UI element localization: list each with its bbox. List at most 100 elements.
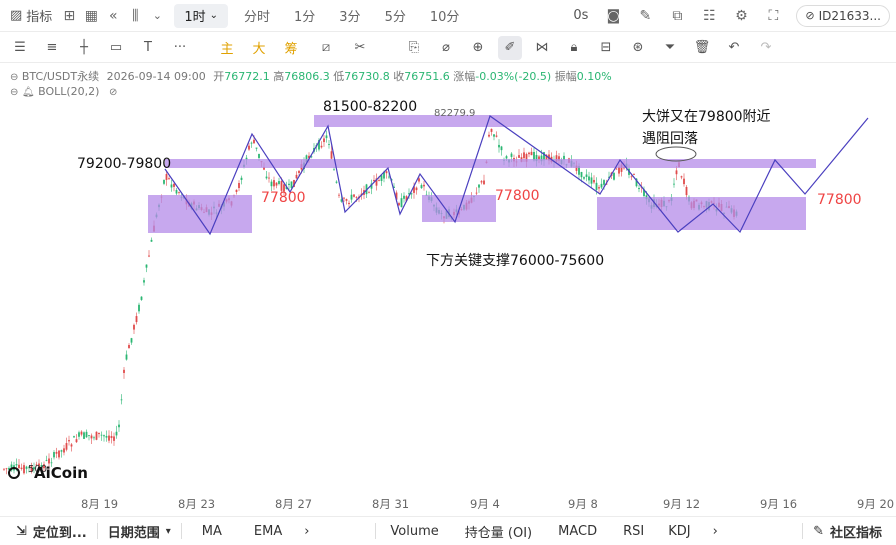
tab-oi[interactable]: 持仓量 (OI) <box>453 517 544 545</box>
chevron-right-icon[interactable]: › <box>703 517 728 545</box>
scissors-icon[interactable]: ✂ <box>348 36 372 60</box>
zoom-in-icon[interactable]: ⊕ <box>466 36 490 60</box>
tab-3m[interactable]: 3分 <box>329 4 370 28</box>
candle-body <box>150 239 153 242</box>
chart-line-icon: ▨ <box>10 8 23 23</box>
amplitude-value: 0.10% <box>576 70 612 83</box>
chip-tool[interactable]: 筹 <box>278 38 304 57</box>
collapse-icon[interactable]: ⊖ <box>10 87 18 98</box>
fullscreen-icon[interactable]: ⛶ <box>762 5 784 27</box>
support-label: 下方关键支撑76000-75600 <box>426 253 604 269</box>
candle-type-icon[interactable]: ⫼ <box>124 5 146 27</box>
candle-body <box>128 345 130 349</box>
mirror-icon[interactable]: ⧄ <box>314 36 338 60</box>
trash-icon[interactable]: 🗑︎ <box>690 36 714 60</box>
rectangle-icon[interactable]: ▭ <box>104 36 128 60</box>
magnet-icon[interactable]: ⋈ <box>530 36 554 60</box>
redo-icon[interactable]: ↷ <box>754 36 778 60</box>
account-button[interactable]: ⊘ ID21633... <box>796 4 890 27</box>
gear-icon[interactable]: ⚙ <box>730 5 752 27</box>
boll-legend: ⊖ 🔔︎ BOLL(20,2) ⊘ <box>10 85 117 98</box>
candle-body <box>75 439 78 443</box>
draw-pen-icon[interactable]: ✐ <box>498 35 522 60</box>
pen-icon[interactable]: ✎ <box>634 5 656 27</box>
candle-body <box>335 181 338 183</box>
tab-10m[interactable]: 10分 <box>420 4 470 28</box>
candle-body <box>140 296 143 300</box>
candle-body <box>163 179 165 184</box>
candle-body <box>130 338 133 343</box>
candle-body <box>355 197 358 198</box>
chevron-down-icon: ⌄ <box>209 10 218 21</box>
eye-off-icon[interactable]: ⊘ <box>109 87 117 98</box>
template-icon[interactable]: ⊞ <box>58 5 80 27</box>
account-id: ID21633... <box>818 8 881 23</box>
tab-1m[interactable]: 1分 <box>284 4 325 28</box>
candle-body <box>238 183 240 189</box>
candle-body <box>523 152 525 159</box>
text-icon[interactable]: T <box>136 36 160 60</box>
change-value: -0.03%(-20.5) <box>475 70 552 83</box>
candle-body <box>673 183 675 185</box>
camera-icon[interactable]: ◙ <box>602 5 624 27</box>
candle-body <box>488 134 490 137</box>
add-window-icon[interactable]: ⧉ <box>666 5 688 27</box>
symbol-label: BTC/USDT永续 <box>21 70 100 83</box>
main-force-tool[interactable]: 主 <box>214 38 240 57</box>
tab-ma[interactable]: MA <box>182 517 242 545</box>
more-icon[interactable]: ··· <box>168 36 192 60</box>
tab-macd[interactable]: MACD <box>544 517 611 545</box>
candle-body <box>500 146 503 151</box>
horizontal-line-icon[interactable]: ┼ <box>72 36 96 60</box>
candle-body <box>493 134 495 137</box>
x-tick: 8月 23 <box>178 497 216 511</box>
chevron-right-icon[interactable]: › <box>294 517 319 545</box>
date-range-button[interactable]: 日期范围 ▾ <box>98 517 181 545</box>
candle-body <box>323 138 325 143</box>
candle-body <box>178 192 180 194</box>
tab-1h[interactable]: 1时 ⌄ <box>174 3 228 28</box>
settings-list-icon[interactable]: ☷ <box>698 5 720 27</box>
candle-body <box>273 180 275 187</box>
candle-body <box>253 139 255 144</box>
rewind-icon[interactable]: « <box>102 5 124 27</box>
grid-icon[interactable]: ▦ <box>80 5 102 27</box>
menu-icon[interactable]: ☰ <box>8 36 32 60</box>
tab-5m[interactable]: 5分 <box>375 4 416 28</box>
community-indicators-button[interactable]: ✎ 社区指标 <box>803 517 896 545</box>
datetime-label: 2026-09-14 09:00 <box>106 70 206 83</box>
ruler-icon[interactable]: ⌀ <box>434 36 458 60</box>
candle-body <box>68 440 70 442</box>
tab-ema[interactable]: EMA <box>242 517 294 545</box>
candle-body <box>528 152 530 155</box>
candle-body <box>85 431 88 438</box>
candle-body <box>108 435 110 441</box>
candle-body <box>115 431 118 436</box>
kline-chart[interactable]: 79200-79800 81500-82200 82279.9 77800 77… <box>0 64 896 516</box>
tab-rsi[interactable]: RSI <box>611 517 656 545</box>
lines-icon[interactable]: ≡ <box>40 36 64 60</box>
undo-icon[interactable]: ↶ <box>722 36 746 60</box>
filter-icon[interactable]: ⏷ <box>658 36 682 60</box>
candle-body <box>95 431 98 440</box>
indicator-label: 指标 <box>26 10 53 25</box>
tab-volume[interactable]: Volume <box>376 517 452 545</box>
candle-body <box>123 369 125 373</box>
hide-icon[interactable]: ⊟ <box>594 36 618 60</box>
chart-area[interactable]: 79200-79800 81500-82200 82279.9 77800 77… <box>0 64 896 516</box>
big-order-tool[interactable]: 大 <box>246 38 272 57</box>
tab-kdj[interactable]: KDJ <box>656 517 702 545</box>
chevron-down-icon[interactable]: ⌄ <box>146 5 168 27</box>
copy-icon[interactable]: ⎘ <box>402 36 426 60</box>
tab-timeshare[interactable]: 分时 <box>234 4 280 28</box>
locate-button[interactable]: ⇲ 定位到... <box>0 517 97 545</box>
lock-icon[interactable]: 🔒︎ <box>562 36 586 60</box>
candle-body <box>120 399 123 401</box>
candle-body <box>125 354 128 360</box>
level-a-label: 77800 <box>261 190 306 206</box>
candle-body <box>398 203 400 206</box>
collapse-icon[interactable]: ⊖ <box>10 72 18 83</box>
indicator-button[interactable]: ▨ 指标 <box>0 4 58 28</box>
layers-icon[interactable]: ⊛ <box>626 36 650 60</box>
candle-body <box>603 180 605 185</box>
